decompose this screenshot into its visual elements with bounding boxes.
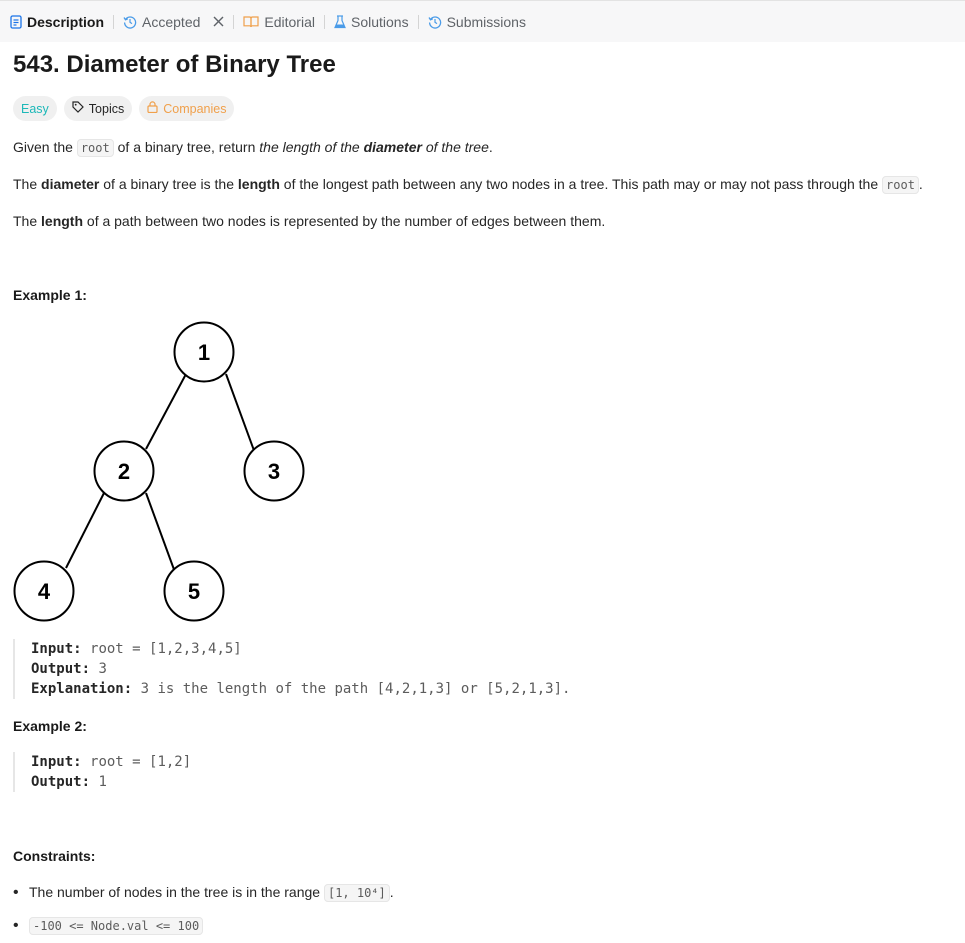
- example-output-line: Output: 3: [31, 661, 107, 677]
- tab-solutions-label: Solutions: [350, 13, 409, 30]
- svg-text:3: 3: [268, 459, 280, 484]
- tab-divider: [323, 14, 325, 29]
- tab-description[interactable]: Description: [10, 14, 104, 30]
- example-output-line: Output: 1: [31, 774, 107, 790]
- example-2-block: Input: root = [1,2] Output: 1: [13, 752, 191, 792]
- difficulty-badge: Easy: [13, 96, 57, 121]
- constraint-item: The number of nodes in the tree is in th…: [13, 876, 394, 909]
- example-2-heading: Example 2:: [13, 718, 87, 734]
- tree-node: 2: [93, 440, 155, 502]
- example-input-line: Input: root = [1,2]: [31, 754, 192, 770]
- inline-code: root: [882, 176, 919, 194]
- tree-edge: [145, 492, 177, 576]
- tree-node: 5: [163, 560, 225, 622]
- problem-title: 543. Diameter of Binary Tree: [13, 51, 336, 78]
- constraint-item: -100 <= Node.val <= 100: [13, 909, 394, 942]
- tree-node: 3: [243, 440, 305, 502]
- companies-button[interactable]: Companies: [139, 96, 235, 121]
- svg-text:2: 2: [118, 459, 130, 484]
- tab-submissions-label: Submissions: [446, 13, 526, 30]
- tab-divider: [113, 14, 115, 29]
- history-icon: [123, 15, 137, 29]
- example-explanation-line: Explanation: 3 is the length of the path…: [31, 681, 571, 697]
- example-1-heading: Example 1:: [13, 287, 87, 303]
- svg-text:4: 4: [38, 579, 51, 604]
- difficulty-label: Easy: [21, 101, 49, 116]
- tree-edge: [65, 492, 105, 569]
- description-icon: [10, 14, 22, 29]
- tab-submissions[interactable]: Submissions: [428, 14, 526, 30]
- binary-tree-diagram: 1 2 3 4 5: [13, 321, 305, 622]
- example-input-line: Input: root = [1,2,3,4,5]: [31, 641, 242, 657]
- flask-icon: [334, 14, 346, 29]
- tab-divider: [417, 14, 419, 29]
- tab-editorial[interactable]: Editorial: [243, 14, 315, 30]
- description-paragraph: The length of a path between two nodes i…: [13, 213, 606, 229]
- example-1-block: Input: root = [1,2,3,4,5] Output: 3 Expl…: [13, 639, 570, 699]
- tab-accepted-label: Accepted: [142, 13, 201, 30]
- companies-label: Companies: [163, 101, 227, 116]
- tag-icon: [72, 101, 84, 116]
- topics-label: Topics: [88, 101, 125, 116]
- tree-node: 1: [173, 321, 235, 383]
- tab-bar: Description Accepted Editorial Solutions…: [0, 0, 965, 42]
- description-paragraph: Given the root of a binary tree, return …: [13, 139, 493, 157]
- tree-edge: [225, 373, 257, 457]
- tag-row: Easy Topics Companies: [13, 96, 235, 121]
- tab-accepted[interactable]: Accepted: [123, 14, 224, 30]
- tab-solutions[interactable]: Solutions: [334, 14, 409, 30]
- tab-divider: [233, 14, 235, 29]
- description-paragraph: The diameter of a binary tree is the len…: [13, 176, 923, 194]
- tab-editorial-label: Editorial: [264, 13, 315, 30]
- tree-edge: [145, 373, 187, 450]
- history-icon: [428, 15, 442, 29]
- inline-code: root: [76, 139, 114, 157]
- book-icon: [243, 15, 259, 28]
- svg-text:5: 5: [188, 579, 200, 604]
- inline-code: [1, 10⁴]: [323, 884, 390, 902]
- close-icon[interactable]: [213, 16, 224, 27]
- svg-text:1: 1: [198, 340, 210, 365]
- tab-description-label: Description: [27, 13, 105, 30]
- constraints-list: The number of nodes in the tree is in th…: [13, 876, 394, 942]
- lock-icon: [147, 101, 158, 116]
- topics-button[interactable]: Topics: [63, 96, 133, 121]
- constraints-heading: Constraints:: [13, 848, 96, 864]
- tree-node: 4: [13, 560, 75, 622]
- inline-code: -100 <= Node.val <= 100: [29, 917, 204, 935]
